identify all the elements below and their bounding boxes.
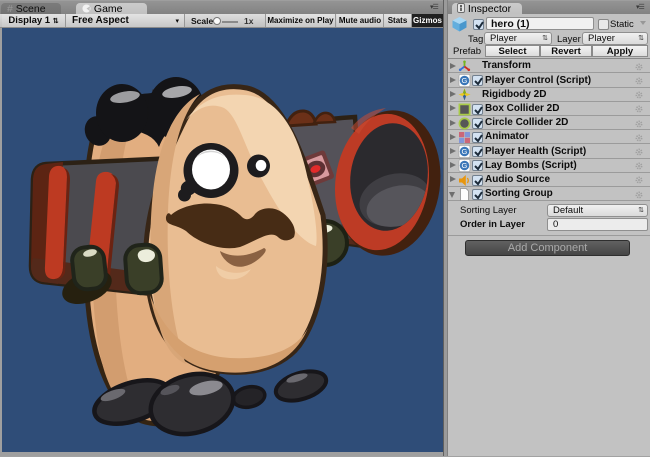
- svg-text:G: G: [461, 147, 467, 156]
- svg-text:G: G: [461, 161, 467, 170]
- svg-text:G: G: [461, 76, 467, 85]
